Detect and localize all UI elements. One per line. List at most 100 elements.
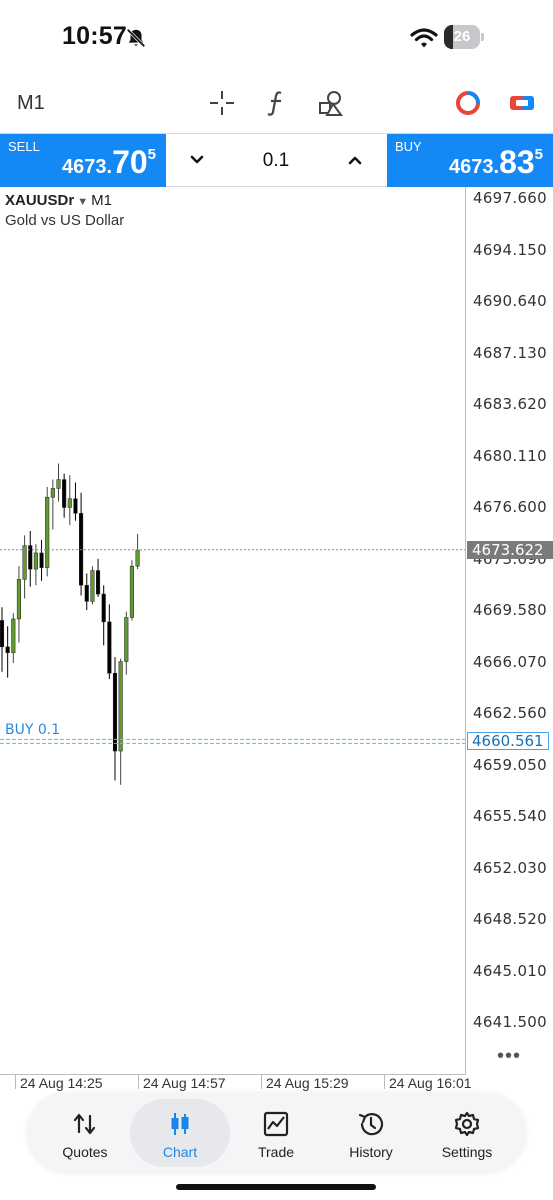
nav-label-chart: Chart: [162, 1144, 198, 1160]
candle: [39, 539, 44, 581]
price-scale-label: 4659.050: [473, 755, 547, 774]
price-scale-label: 4669.580: [473, 601, 547, 619]
candle-body: [50, 488, 55, 498]
candle-body: [90, 570, 95, 602]
trade-toggle-icon[interactable]: [507, 88, 537, 118]
price-scale-label: 4687.130: [473, 343, 547, 362]
price-scale-label: 4676.600: [473, 498, 547, 516]
bell-muted-icon: [126, 28, 146, 48]
chart-toolbar: M1: [0, 80, 553, 130]
chevron-down-icon[interactable]: [186, 149, 208, 171]
buy-button[interactable]: BUY 4673.835: [387, 134, 553, 187]
price-scale-label: 4662.560: [473, 704, 547, 722]
candle: [16, 566, 21, 643]
candle-body: [135, 549, 140, 567]
color-chart-icon[interactable]: [453, 88, 483, 118]
candle: [107, 604, 112, 680]
timeframe-selector[interactable]: M1: [17, 92, 45, 115]
volume-value[interactable]: 0.1: [226, 150, 326, 172]
candle: [118, 658, 123, 785]
price-scale-label: 4641.500: [473, 1013, 547, 1031]
order-line-label[interactable]: BUY 0.1: [5, 722, 60, 738]
indicator-function-icon[interactable]: [262, 88, 292, 118]
sell-price: 4673.705: [62, 144, 156, 180]
time-label: 24 Aug 16:01: [389, 1075, 472, 1091]
nav-label-settings: Settings: [441, 1144, 493, 1160]
settings-icon: [454, 1111, 480, 1137]
crosshair-icon[interactable]: [207, 88, 237, 118]
candle: [0, 607, 5, 672]
price-scale-label: 4680.110: [473, 446, 547, 465]
candle: [73, 482, 78, 521]
nav-label-history: History: [349, 1144, 393, 1160]
bottom-navigation: Quotes Chart Trade History Settings: [27, 1093, 526, 1173]
price-scale-label: 4652.030: [473, 858, 547, 877]
symbol-description: Gold vs US Dollar: [5, 212, 125, 229]
time-label: 24 Aug 14:25: [20, 1075, 103, 1091]
candle-body: [11, 618, 16, 653]
time-tick: [261, 1075, 262, 1089]
candle-body: [56, 479, 61, 489]
wifi-icon: [410, 28, 438, 48]
history-icon: [358, 1113, 384, 1136]
status-bar: 10:57 26: [0, 0, 553, 75]
price-scale-label: 4690.640: [473, 292, 547, 310]
one-click-trading-panel: SELL 4673.705 0.1 BUY 4673.835: [0, 133, 553, 187]
sell-label: SELL: [8, 139, 40, 154]
battery-indicator: 26: [444, 25, 484, 49]
price-chart[interactable]: XAUUSDr ▼ M1 Gold vs US Dollar 4697.660 469…: [0, 187, 553, 1075]
candle: [67, 475, 72, 526]
chevron-up-icon[interactable]: [344, 149, 366, 171]
price-scale-label: 4694.150: [473, 240, 547, 259]
chart-candles-icon: [171, 1113, 189, 1135]
time-tick: [15, 1075, 16, 1089]
candle-body: [84, 584, 89, 602]
candle-body: [16, 579, 21, 620]
candle-body: [118, 661, 123, 752]
order-price-tag: 4660.561: [467, 732, 549, 751]
candle: [50, 479, 55, 530]
buy-label: BUY: [395, 139, 422, 154]
nav-trade[interactable]: Trade: [226, 1099, 326, 1167]
candle-body: [107, 621, 112, 674]
candle: [112, 657, 118, 781]
candle-body: [129, 565, 134, 618]
candle: [90, 566, 95, 605]
buy-price: 4673.835: [449, 144, 543, 180]
nav-settings[interactable]: Settings: [417, 1099, 517, 1167]
battery-level: 26: [453, 28, 471, 45]
candle-body: [96, 570, 101, 595]
symbol-timeframe: M1: [91, 192, 112, 209]
candle-body: [22, 545, 27, 580]
candle-body: [124, 617, 129, 662]
price-scale-label: 4655.540: [473, 807, 547, 825]
nav-history[interactable]: History: [321, 1099, 421, 1167]
candle-body: [28, 545, 33, 570]
price-scale-label: 4666.070: [473, 652, 547, 671]
candle: [45, 486, 50, 577]
candle: [5, 626, 10, 678]
home-indicator: [176, 1184, 376, 1190]
more-options-icon[interactable]: •••: [497, 1045, 521, 1068]
objects-icon[interactable]: [316, 88, 346, 118]
trade-icon: [263, 1111, 289, 1137]
candle: [96, 558, 101, 597]
sell-button[interactable]: SELL 4673.705: [0, 134, 166, 187]
symbol-name: XAUUSDr: [5, 192, 75, 209]
candle-body: [45, 496, 50, 568]
volume-control: 0.1: [166, 134, 387, 187]
candle: [124, 611, 129, 675]
time-tick: [384, 1075, 385, 1089]
candle: [79, 492, 84, 596]
candle: [22, 535, 27, 599]
candlestick-chart[interactable]: [0, 187, 553, 1075]
nav-chart[interactable]: Chart: [130, 1099, 230, 1167]
candle-body: [101, 593, 106, 623]
price-scale-label: 4697.660: [473, 189, 547, 207]
time-label: 24 Aug 15:29: [266, 1075, 349, 1091]
nav-quotes[interactable]: Quotes: [35, 1099, 135, 1167]
nav-label-quotes: Quotes: [62, 1144, 108, 1160]
symbol-header[interactable]: XAUUSDr ▼ M1: [5, 192, 112, 209]
time-axis: 24 Aug 14:25 24 Aug 14:57 24 Aug 15:29 24 A…: [0, 1075, 553, 1095]
price-scale-label: 4645.010: [473, 961, 547, 980]
